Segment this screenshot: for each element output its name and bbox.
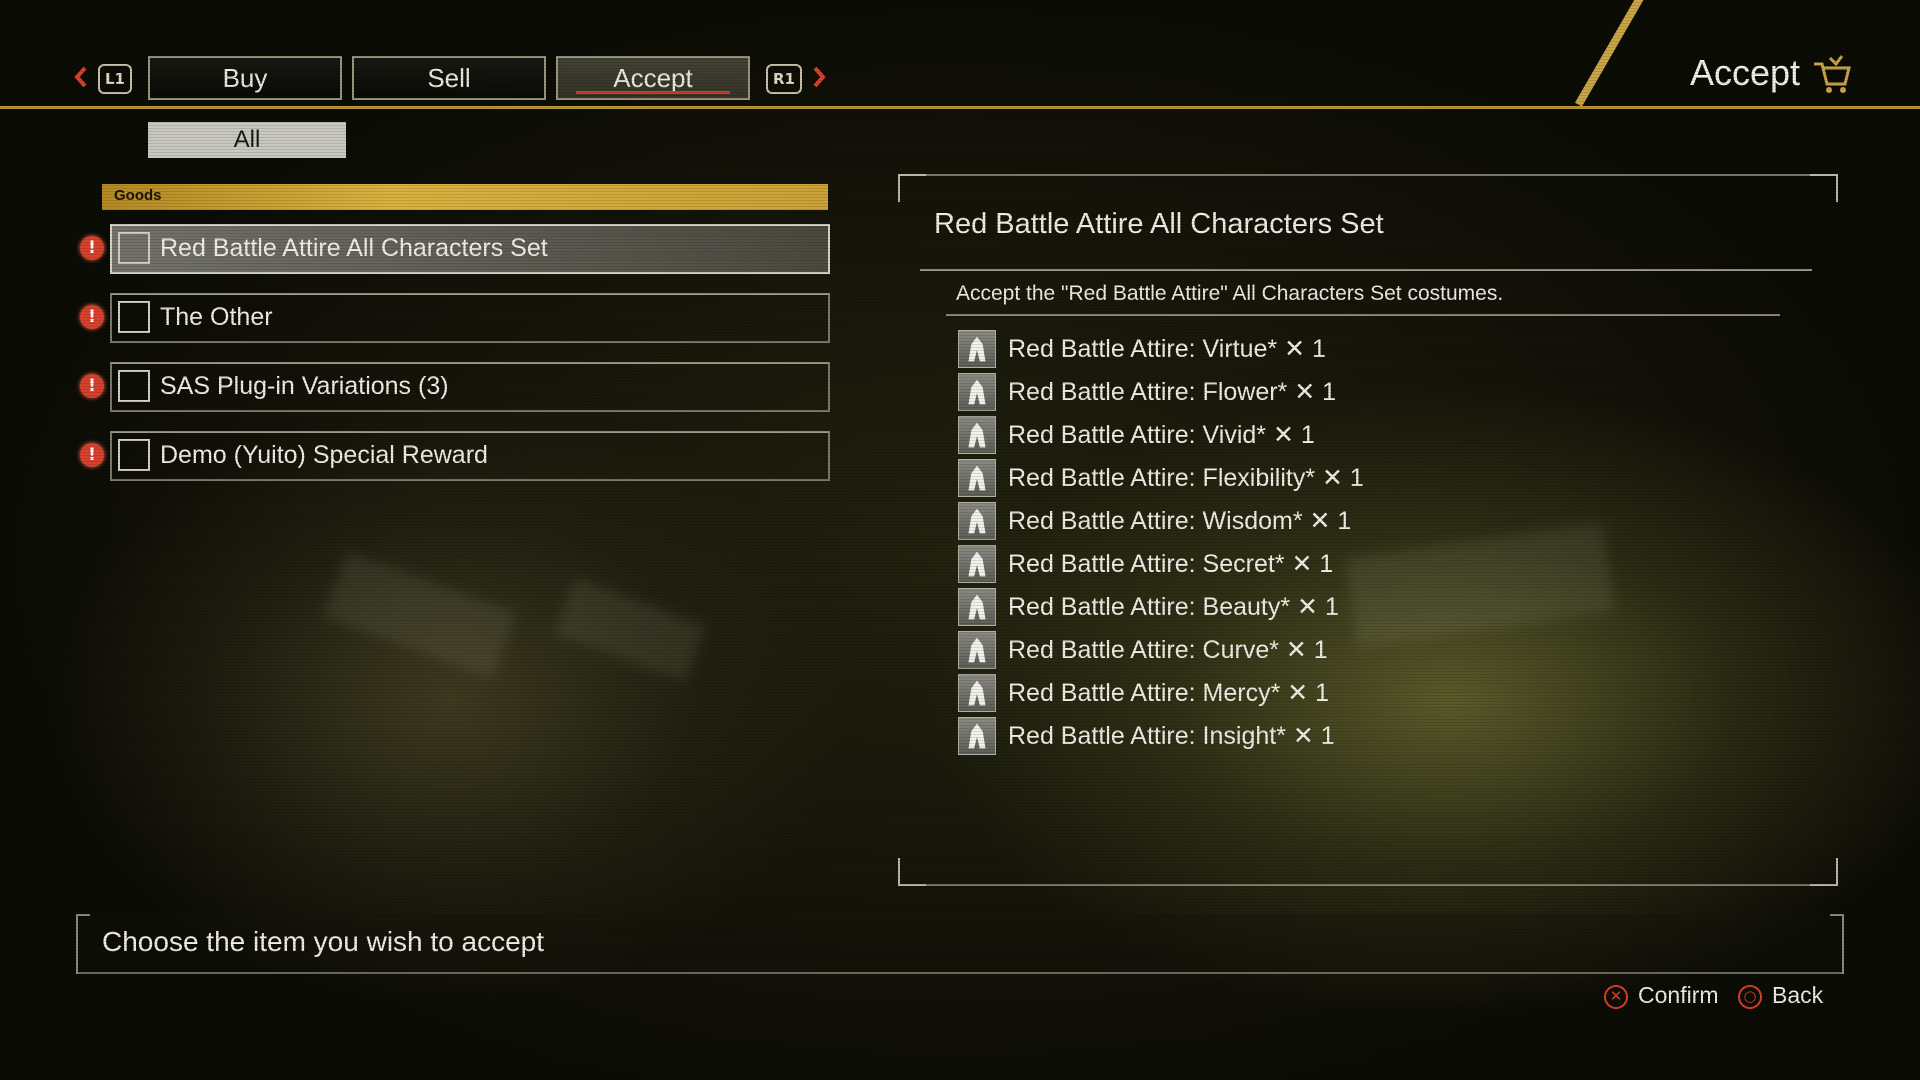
circle-button-icon: ○	[1738, 984, 1762, 1009]
help-border	[76, 914, 78, 974]
active-tab-underline	[576, 91, 730, 94]
back-hint[interactable]: ○ Back	[1738, 982, 1823, 1009]
cart-icon	[1814, 55, 1851, 93]
alert-icon: !	[80, 305, 104, 329]
detail-description: Accept the "Red Battle Attire" All Chara…	[956, 282, 1504, 305]
list-item-label: SAS Plug-in Variations (3)	[160, 372, 449, 400]
divider	[946, 314, 1780, 316]
help-box: Choose the item you wish to accept	[76, 914, 1844, 974]
l1-button[interactable]: L1	[98, 64, 132, 94]
checkbox[interactable]	[118, 370, 150, 402]
tab-label: Sell	[427, 63, 471, 93]
list-item[interactable]: ! Red Battle Attire All Characters Set	[80, 224, 830, 274]
header-accent-stripe	[1575, 0, 1647, 107]
costume-icon	[958, 502, 996, 540]
reward-item-name: Red Battle Attire: Vivid* ✕ 1	[1008, 421, 1315, 449]
list-item[interactable]: ! SAS Plug-in Variations (3)	[80, 362, 830, 412]
panel-corner	[1810, 174, 1838, 202]
category-label: Goods	[114, 187, 162, 204]
costume-icon	[958, 674, 996, 712]
panel-border	[898, 174, 1838, 176]
tab-accept[interactable]: Accept	[556, 56, 750, 100]
costume-icon	[958, 373, 996, 411]
checkbox[interactable]	[118, 232, 150, 264]
r1-button[interactable]: R1	[766, 64, 802, 94]
header-divider	[0, 106, 1920, 109]
reward-item-name: Red Battle Attire: Flower* ✕ 1	[1008, 378, 1337, 406]
back-label: Back	[1772, 982, 1824, 1008]
checkbox[interactable]	[118, 301, 150, 333]
tab-sell[interactable]: Sell	[352, 56, 546, 100]
list-item-label: The Other	[160, 303, 273, 331]
list-item[interactable]: ! The Other	[80, 293, 830, 343]
help-border	[76, 972, 1844, 974]
reward-item-name: Red Battle Attire: Curve* ✕ 1	[1008, 636, 1328, 664]
costume-icon	[958, 545, 996, 583]
help-border	[1842, 914, 1844, 974]
tab-label: Buy	[222, 63, 268, 93]
panel-corner	[1810, 858, 1838, 886]
help-border	[76, 914, 90, 916]
checkbox[interactable]	[118, 439, 150, 471]
reward-item-name: Red Battle Attire: Secret* ✕ 1	[1008, 550, 1334, 578]
filter-all-button[interactable]: All	[148, 122, 346, 158]
tab-buy[interactable]: Buy	[148, 56, 342, 100]
help-text: Choose the item you wish to accept	[102, 926, 545, 957]
reward-item-name: Red Battle Attire: Mercy* ✕ 1	[1008, 679, 1330, 707]
detail-title: Red Battle Attire All Characters Set	[934, 208, 1384, 240]
cross-button-icon: ✕	[1604, 984, 1628, 1009]
costume-icon	[958, 631, 996, 669]
costume-icon	[958, 416, 996, 454]
panel-border	[898, 884, 1838, 886]
reward-item-name: Red Battle Attire: Beauty* ✕ 1	[1008, 593, 1339, 621]
background-blur	[323, 551, 517, 679]
costume-icon	[958, 330, 996, 368]
detail-panel: Red Battle Attire All Characters Set Acc…	[898, 174, 1838, 886]
panel-corner	[898, 174, 926, 202]
alert-icon: !	[80, 443, 104, 467]
chevron-right-icon[interactable]	[812, 66, 826, 88]
panel-corner	[898, 858, 926, 886]
confirm-label: Confirm	[1638, 982, 1719, 1008]
reward-item-name: Red Battle Attire: Insight* ✕ 1	[1008, 722, 1335, 750]
list-item-label: Red Battle Attire All Characters Set	[160, 234, 548, 262]
divider	[920, 269, 1812, 271]
list-item[interactable]: ! Demo (Yuito) Special Reward	[80, 431, 830, 481]
tab-label: Accept	[613, 63, 693, 93]
reward-item-name: Red Battle Attire: Virtue* ✕ 1	[1008, 335, 1326, 363]
list-item-label: Demo (Yuito) Special Reward	[160, 441, 488, 469]
category-header: Goods	[102, 184, 828, 210]
chevron-left-icon[interactable]	[74, 66, 88, 88]
page-title: Accept	[1690, 52, 1801, 93]
costume-icon	[958, 717, 996, 755]
costume-icon	[958, 588, 996, 626]
confirm-hint[interactable]: ✕ Confirm	[1604, 982, 1719, 1009]
reward-item-name: Red Battle Attire: Flexibility* ✕ 1	[1008, 464, 1364, 492]
background-blur	[553, 577, 707, 683]
alert-icon: !	[80, 374, 104, 398]
alert-icon: !	[80, 236, 104, 260]
reward-item-name: Red Battle Attire: Wisdom* ✕ 1	[1008, 507, 1352, 535]
costume-icon	[958, 459, 996, 497]
